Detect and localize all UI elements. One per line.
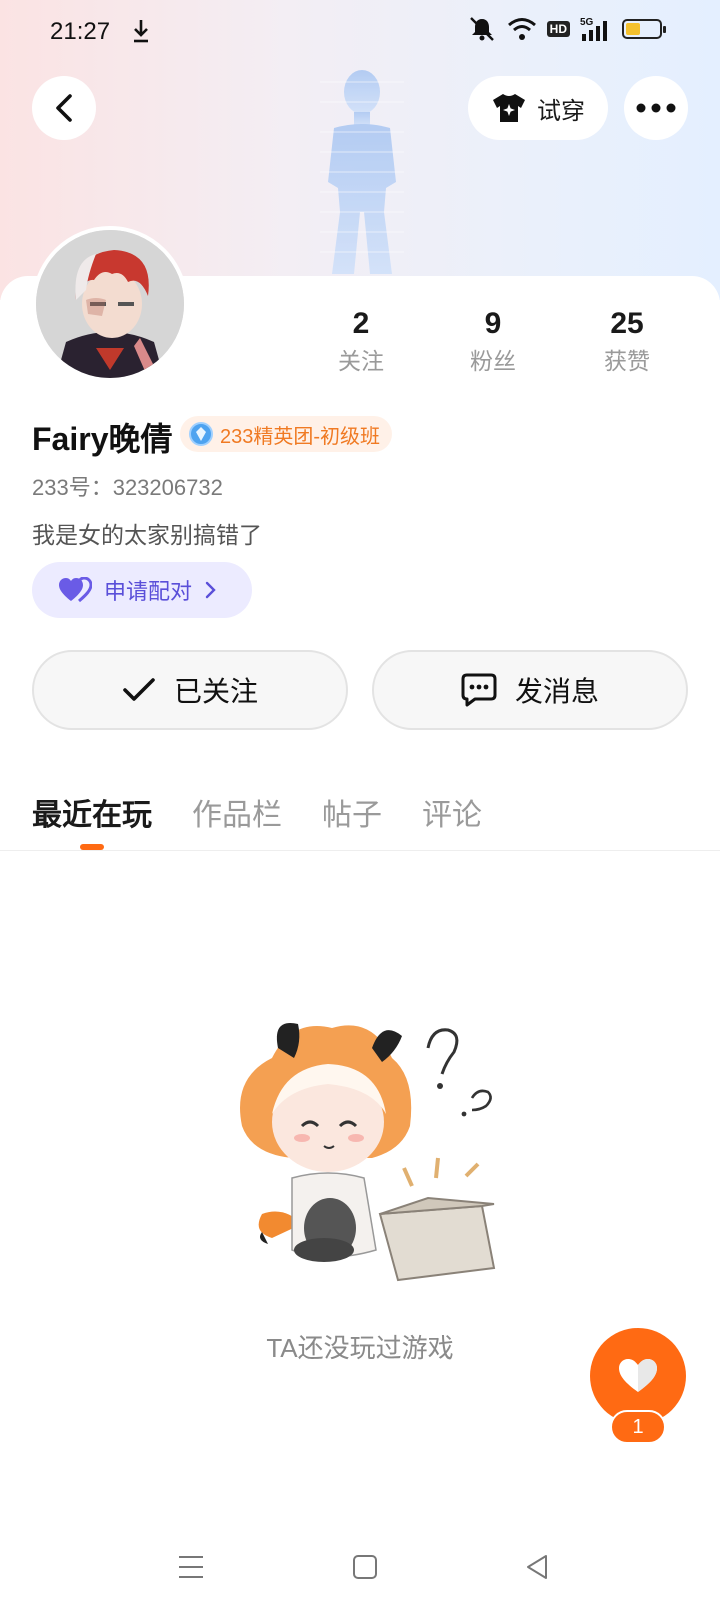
stat-value: 25	[610, 307, 644, 340]
download-icon	[134, 20, 148, 43]
mute-icon	[469, 17, 494, 41]
tab-comments[interactable]: 评论	[422, 790, 482, 834]
heart-icon	[619, 1359, 657, 1392]
tab-recently-played[interactable]: 最近在玩	[32, 790, 152, 834]
back-button[interactable]	[32, 76, 96, 140]
tab-works[interactable]: 作品栏	[192, 790, 282, 834]
back-triangle-icon[interactable]	[524, 1554, 550, 1580]
more-dots-icon	[636, 103, 676, 113]
tshirt-icon	[493, 94, 525, 122]
stat-value: 9	[484, 307, 502, 340]
stat-label: 获赞	[604, 348, 650, 374]
apply-pair-button[interactable]: 申请配对	[32, 562, 252, 618]
svg-text:5G: 5G	[580, 17, 594, 28]
checkmark-icon	[123, 678, 155, 701]
hd-icon: HD	[546, 21, 570, 37]
stat-label: 关注	[338, 348, 384, 374]
status-bar: 21:27 HD 5G	[0, 0, 720, 64]
double-heart-icon	[59, 577, 92, 603]
profile-tabs: 最近在玩 作品栏 帖子 评论	[0, 780, 720, 851]
wifi-icon	[507, 18, 536, 40]
chat-bubble-icon	[461, 673, 497, 707]
stat-value: 2	[352, 307, 370, 340]
nickname: Fairy晚倩	[32, 421, 173, 457]
like-count: 1	[610, 1410, 666, 1444]
send-message-button[interactable]: 发消息	[372, 650, 688, 730]
menu-icon[interactable]	[178, 1554, 204, 1580]
chevron-right-icon	[205, 581, 216, 599]
tab-posts[interactable]: 帖子	[322, 790, 382, 834]
stat-label: 粉丝	[470, 348, 516, 374]
hologram-figure	[320, 70, 404, 274]
chevron-left-icon	[56, 94, 72, 122]
signal-5g-icon: 5G	[580, 17, 607, 41]
apply-pair-label: 申请配对	[104, 579, 193, 604]
send-message-label: 发消息	[514, 676, 599, 707]
following-button[interactable]: 已关注	[32, 650, 348, 730]
bio: 我是女的太家别搞错了	[32, 522, 262, 548]
empty-state-illustration	[240, 1023, 496, 1282]
gem-badge-icon	[189, 422, 213, 446]
level-badge-label: 233精英团-初级班	[220, 425, 381, 448]
avatar-image	[36, 230, 184, 378]
try-on-label: 试穿	[537, 97, 585, 125]
more-button[interactable]	[624, 76, 688, 140]
level-badge[interactable]: 233精英团-初级班	[180, 416, 393, 452]
avatar[interactable]	[32, 226, 188, 382]
stat-likes[interactable]: 25 获赞	[582, 304, 672, 378]
home-square-icon[interactable]	[352, 1554, 378, 1580]
status-time: 21:27	[50, 18, 111, 45]
user-id: 233号：323206732	[32, 475, 223, 500]
battery-icon	[622, 19, 666, 39]
try-on-button[interactable]: 试穿	[468, 76, 608, 140]
following-label: 已关注	[173, 676, 258, 707]
active-tab-indicator	[80, 844, 104, 850]
stat-fans[interactable]: 9 粉丝	[448, 304, 538, 378]
stat-following[interactable]: 2 关注	[316, 304, 406, 378]
system-nav-bar	[0, 1540, 720, 1600]
